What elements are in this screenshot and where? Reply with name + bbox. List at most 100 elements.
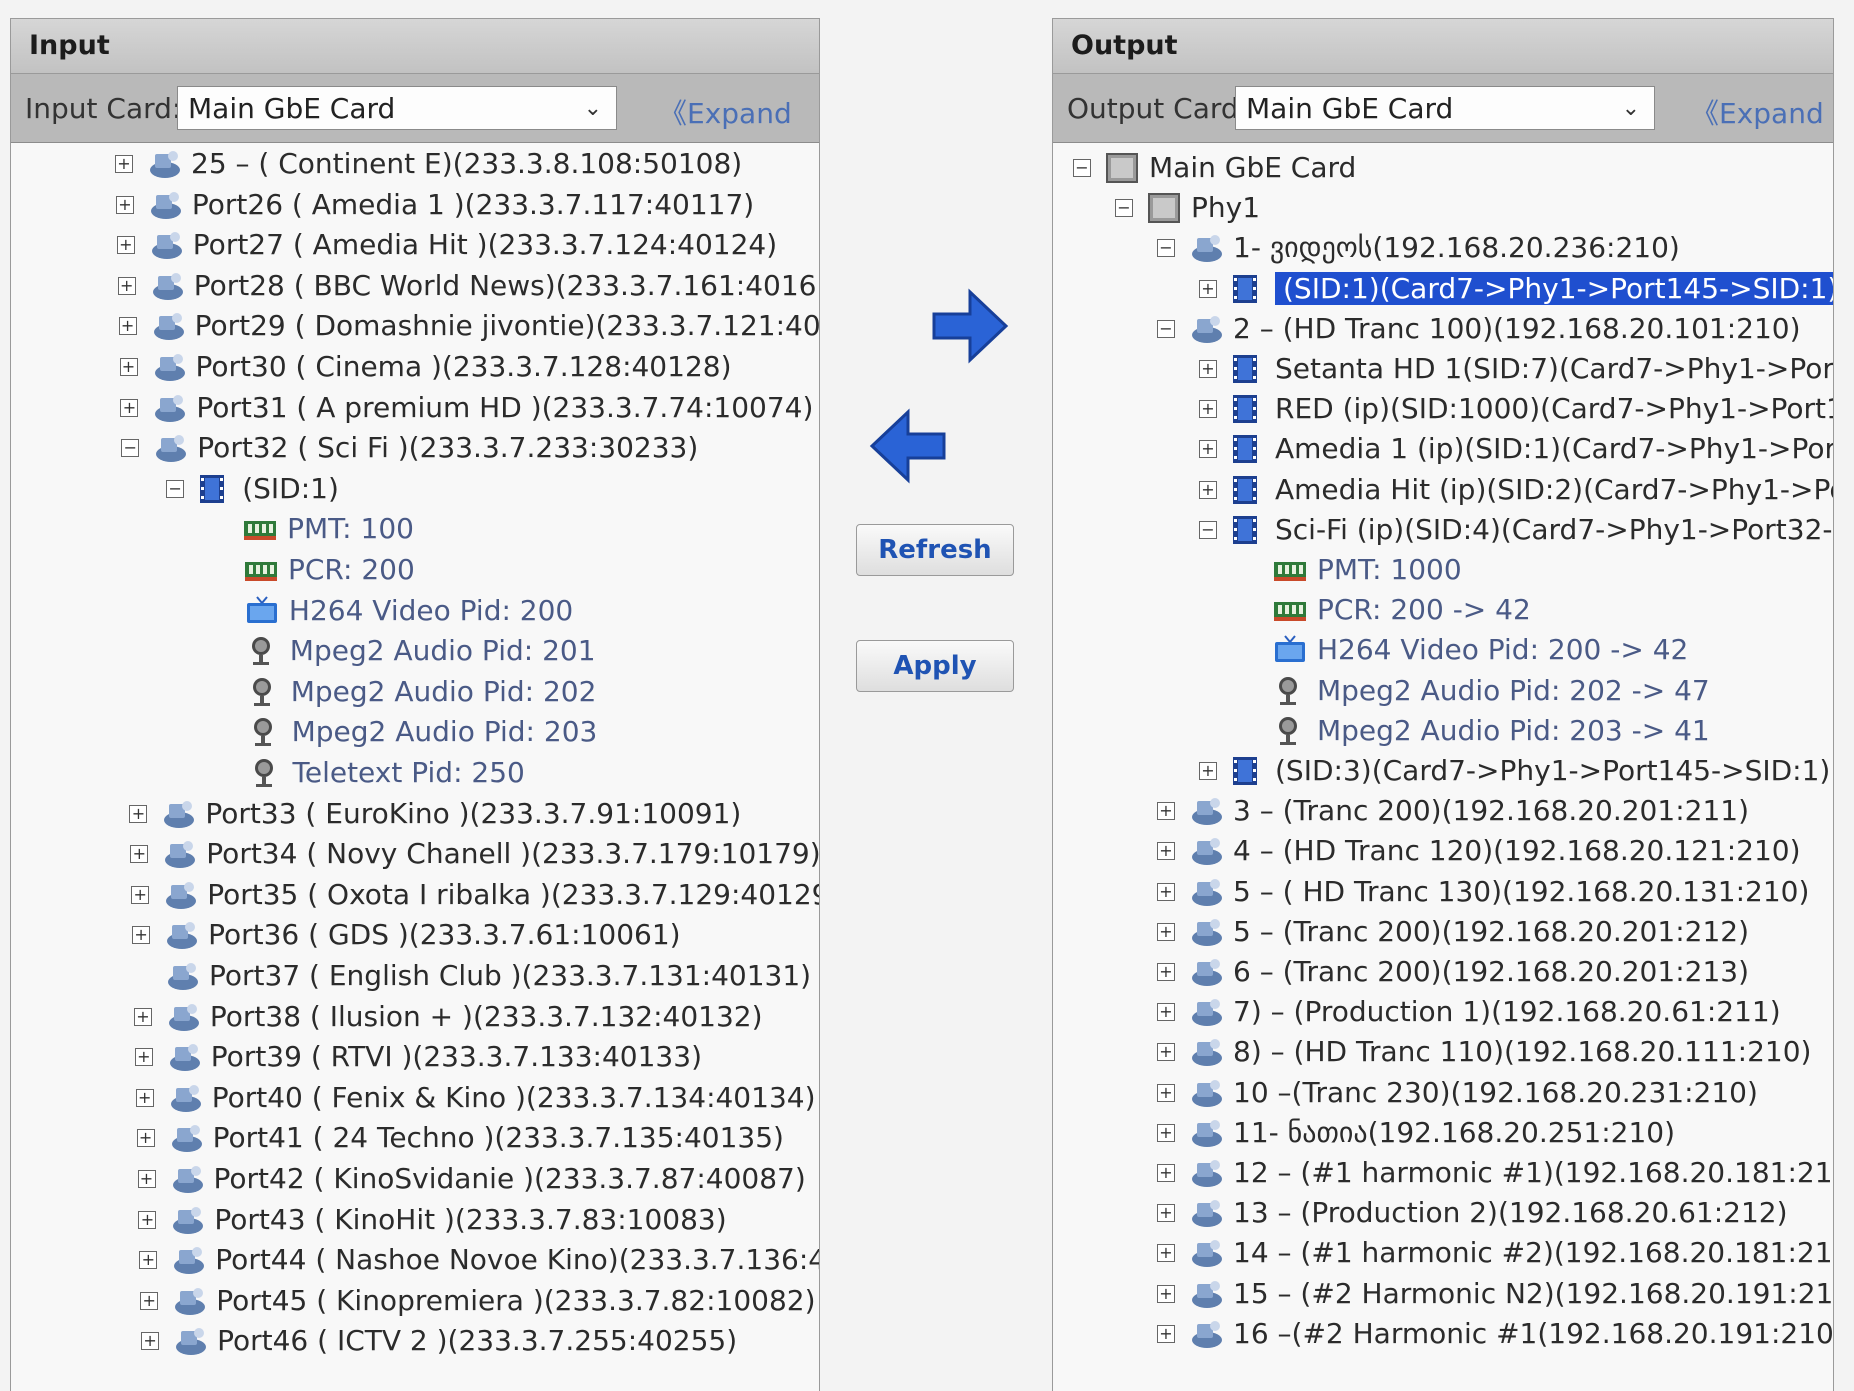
input-tree-row[interactable]: Mpeg2 Audio Pid: 201 (214, 630, 596, 670)
expand-icon[interactable]: + (141, 1332, 160, 1351)
output-tree-row[interactable]: H264 Video Pid: 200 -> 42 (1241, 629, 1688, 669)
input-tree-row[interactable]: + Port38 ( Ilusion + )(233.3.7.132:40132) (133, 996, 763, 1036)
output-tree-row[interactable]: +15 – (#2 Harmonic N2)(192.168.20.191:21… (1157, 1273, 1833, 1313)
move-right-arrow-icon[interactable] (930, 288, 1010, 364)
expand-icon[interactable]: + (132, 926, 151, 945)
output-expand-link[interactable]: 《Expand (1691, 92, 1824, 132)
input-tree-row[interactable]: + Port26 ( Amedia 1 )(233.3.7.117:40117) (115, 184, 754, 224)
expand-icon[interactable]: + (1157, 842, 1175, 861)
output-tree-row[interactable]: +6 – (Tranc 200)(192.168.20.201:213) (1157, 951, 1749, 991)
output-tree-row[interactable]: +13 – (Production 2)(192.168.20.61:212) (1157, 1192, 1788, 1232)
expand-icon[interactable]: + (119, 358, 138, 376)
collapse-icon[interactable]: − (1073, 159, 1091, 177)
output-tree-row[interactable]: − 1- ვიდეოს(192.168.20.236:210) (1157, 227, 1680, 267)
input-tree-row[interactable]: Teletext Pid: 250 (217, 752, 525, 792)
refresh-button[interactable]: Refresh (856, 524, 1014, 576)
collapse-icon[interactable]: − (121, 439, 140, 458)
input-tree-row[interactable]: + Port33 ( EuroKino )(233.3.7.91:10091) (129, 793, 741, 833)
expand-icon[interactable]: + (130, 845, 149, 864)
output-tree-row[interactable]: + RED (ip)(SID:1000)(Card7->Phy1->Port128… (1199, 388, 1833, 428)
input-tree-row[interactable]: + Port27 ( Amedia Hit )(233.3.7.124:40124… (116, 224, 777, 264)
expand-icon[interactable]: + (1157, 1083, 1175, 1102)
input-tree-row[interactable]: + Port42 ( KinoSvidanie )(233.3.7.87:4008… (137, 1158, 806, 1198)
expand-icon[interactable]: + (1199, 762, 1217, 780)
collapse-icon[interactable]: − (1199, 520, 1217, 539)
expand-icon[interactable]: + (1157, 882, 1175, 901)
expand-icon[interactable]: + (116, 236, 135, 255)
input-tree-row[interactable]: + Port39 ( RTVI )(233.3.7.133:40133) (134, 1036, 702, 1076)
output-tree-row[interactable]: +4 – (HD Tranc 120)(192.168.20.121:210) (1157, 830, 1801, 870)
output-tree-row[interactable]: +8) – (HD Tranc 110)(192.168.20.111:210) (1157, 1031, 1811, 1071)
expand-icon[interactable]: + (1199, 400, 1217, 419)
output-tree-row[interactable]: +10 –(Tranc 230)(192.168.20.231:210) (1157, 1072, 1758, 1112)
input-tree-row[interactable]: + Port35 ( Oxota I ribalka )(233.3.7.129:… (131, 874, 819, 914)
input-tree-row[interactable]: Mpeg2 Audio Pid: 203 (216, 711, 597, 751)
input-tree-row[interactable]: + Port36 ( GDS )(233.3.7.61:10061) (132, 914, 681, 954)
input-tree-row[interactable]: + Port41 ( 24 Techno )(233.3.7.135:40135) (136, 1117, 784, 1157)
input-tree-row[interactable]: + Port28 ( BBC World News)(233.3.7.161:40… (117, 265, 819, 305)
output-tree-row[interactable]: − 2 – (HD Tranc 100)(192.168.20.101:210) (1157, 308, 1801, 348)
collapse-icon[interactable]: − (166, 479, 185, 498)
input-tree-row[interactable]: + Port31 ( A premium HD )(233.3.7.74:1007… (120, 387, 813, 427)
input-tree-row[interactable]: + Port40 ( Fenix & Kino )(233.3.7.134:401… (135, 1077, 816, 1117)
expand-icon[interactable]: + (120, 398, 139, 417)
output-tree-row[interactable]: +3 – (Tranc 200)(192.168.20.201:211) (1157, 790, 1749, 830)
output-tree-row[interactable]: + Amedia 1 (ip)(SID:1)(Card7->Phy1->Port2… (1199, 428, 1833, 468)
input-tree-row[interactable]: + Port46 ( ICTV 2 )(233.3.7.255:40255) (141, 1320, 737, 1360)
input-tree-row[interactable]: − (SID:1) (166, 468, 339, 508)
input-tree-row[interactable]: + Port43 ( KinoHit )(233.3.7.83:10083) (138, 1199, 727, 1239)
output-tree-row[interactable]: PMT: 1000 (1241, 549, 1462, 589)
input-tree-row[interactable]: +25 – ( Continent E)(233.3.8.108:50108) (115, 143, 742, 183)
expand-icon[interactable]: + (1157, 963, 1175, 981)
expand-icon[interactable]: + (139, 1251, 158, 1270)
expand-icon[interactable]: + (1157, 1123, 1175, 1142)
output-tree-row[interactable]: + Amedia Hit (ip)(SID:2)(Card7->Phy1->Por… (1199, 469, 1833, 509)
expand-icon[interactable]: + (134, 1048, 153, 1067)
expand-icon[interactable]: + (1157, 1324, 1175, 1343)
expand-icon[interactable]: + (1199, 279, 1217, 298)
expand-icon[interactable]: + (115, 155, 133, 173)
expand-icon[interactable]: + (1157, 1003, 1175, 1022)
expand-icon[interactable]: + (137, 1170, 156, 1188)
output-tree-row[interactable]: Mpeg2 Audio Pid: 202 -> 47 (1241, 670, 1710, 710)
input-tree-row[interactable]: PCR: 200 (212, 549, 415, 589)
input-tree-row[interactable]: Mpeg2 Audio Pid: 202 (215, 671, 596, 711)
collapse-icon[interactable]: − (1115, 199, 1133, 218)
output-tree-row[interactable]: − Sci-Fi (ip)(SID:4)(Card7->Phy1->Port32-… (1199, 509, 1833, 549)
output-tree-row[interactable]: + (SID:3)(Card7->Phy1->Port145->SID:1) (1199, 750, 1830, 790)
move-left-arrow-icon[interactable] (868, 408, 948, 484)
output-tree-row[interactable]: +5 – ( HD Tranc 130)(192.168.20.131:210) (1157, 871, 1809, 911)
expand-icon[interactable]: + (135, 1088, 154, 1107)
expand-icon[interactable]: + (1199, 360, 1217, 378)
output-card-select[interactable]: Main GbE Card ⌄ (1235, 86, 1655, 130)
input-expand-link[interactable]: 《Expand (659, 92, 792, 132)
expand-icon[interactable]: + (1199, 480, 1217, 499)
expand-icon[interactable]: + (131, 885, 150, 904)
input-tree-row[interactable]: + Port34 ( Novy Chanell )(233.3.7.179:101… (130, 833, 819, 873)
output-tree-row[interactable]: +11- ნათია(192.168.20.251:210) (1157, 1112, 1675, 1152)
output-tree-row[interactable]: Mpeg2 Audio Pid: 203 -> 41 (1241, 710, 1710, 750)
expand-icon[interactable]: + (1157, 802, 1175, 821)
expand-icon[interactable]: + (1157, 1043, 1175, 1062)
input-tree-row[interactable]: + Port30 ( Cinema )(233.3.7.128:40128) (119, 346, 732, 386)
output-tree-row[interactable]: +14 – (#1 harmonic #2)(192.168.20.181:21… (1157, 1232, 1833, 1272)
expand-icon[interactable]: + (1157, 1244, 1175, 1263)
expand-icon[interactable]: + (129, 804, 148, 823)
output-tree-row[interactable]: +12 – (#1 harmonic #1)(192.168.20.181:21… (1157, 1152, 1833, 1192)
output-tree-row[interactable]: − Phy1 (1115, 187, 1260, 227)
expand-icon[interactable]: + (1157, 1204, 1175, 1223)
expand-icon[interactable]: + (140, 1291, 159, 1310)
collapse-icon[interactable]: − (1157, 319, 1175, 338)
expand-icon[interactable]: + (1157, 1164, 1175, 1182)
input-tree-row[interactable]: H264 Video Pid: 200 (213, 590, 573, 630)
expand-icon[interactable]: + (115, 195, 134, 214)
expand-icon[interactable]: + (133, 1007, 152, 1026)
expand-icon[interactable]: + (1199, 440, 1217, 459)
expand-icon[interactable]: + (1157, 922, 1175, 941)
expand-icon[interactable]: + (138, 1210, 157, 1229)
apply-button[interactable]: Apply (856, 640, 1014, 692)
expand-icon[interactable]: + (1157, 1284, 1175, 1303)
input-tree-row[interactable]: − Port32 ( Sci Fi )(233.3.7.233:30233) (121, 427, 698, 467)
input-tree-row[interactable]: + Port44 ( Nashoe Novoe Kino)(233.3.7.136… (139, 1239, 819, 1279)
input-tree-row[interactable]: + Port29 ( Domashnie jivontie)(233.3.7.12… (118, 305, 819, 345)
